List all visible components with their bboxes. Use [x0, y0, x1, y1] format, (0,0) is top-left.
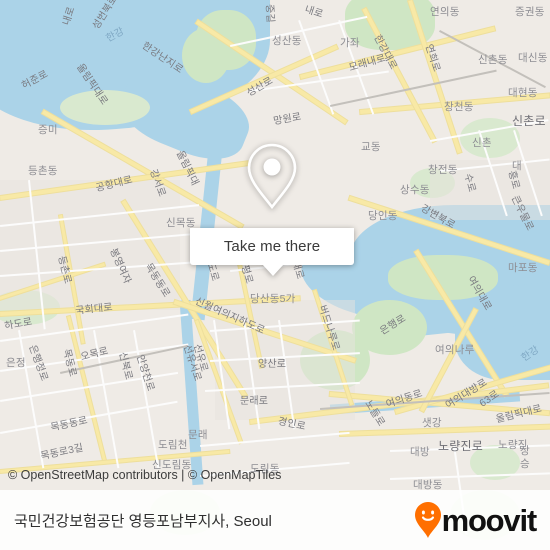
map-label: 증미	[38, 124, 58, 136]
map-label: 당산동5가	[250, 293, 296, 305]
map-label: 문래로	[240, 396, 269, 407]
map-label: 샛강	[422, 417, 442, 429]
map-label: 신촌로	[512, 114, 546, 128]
map-label: 성산동	[272, 35, 302, 47]
map-label: 당인동	[368, 210, 398, 222]
moovit-wordmark: moovit	[441, 502, 538, 538]
map-label: 노량진로	[438, 439, 483, 453]
map-label: 증권동	[515, 6, 545, 18]
map-label: 신촌동	[478, 54, 508, 66]
map-label: 창전동	[428, 164, 458, 176]
map-label: 여의나루	[435, 344, 475, 356]
moovit-smiley-pin-icon	[414, 502, 441, 538]
map-label: 창천동	[444, 101, 474, 113]
map-label: 신촌	[472, 137, 492, 149]
popup-icon-panel	[190, 124, 354, 228]
moovit-logo[interactable]: moovit	[414, 502, 538, 538]
map-label: 등촌동	[28, 165, 58, 177]
location-title: 국민건강보험공단 영등포남부지사, Seoul	[14, 512, 272, 530]
map-screenshot-page: 한강 내로 성번북로 한강난지로 허준로 올림픽대로 증미 중길 내로 성산동 모래내로 가좌 성산로 망…	[0, 0, 550, 550]
map-label: 마포동	[508, 262, 538, 274]
map-label: 대방	[410, 446, 430, 458]
map-label: 도림천	[158, 439, 188, 451]
map-label: 연의동	[430, 6, 460, 18]
take-me-there-popup[interactable]: Take me there	[190, 124, 354, 276]
map-label: 은정	[6, 357, 26, 369]
map-label: 문래	[188, 429, 208, 441]
take-me-there-button[interactable]: Take me there	[190, 228, 354, 265]
map-label: 승	[520, 458, 530, 470]
map-label: 중길	[263, 3, 276, 24]
map-label: 상수동	[400, 184, 430, 196]
map-label: 대신동	[518, 52, 548, 64]
popup-tail-pointer	[262, 264, 284, 276]
map-pin-icon	[244, 141, 300, 211]
take-me-there-label: Take me there	[223, 238, 321, 255]
footer-bar: 국민건강보험공단 영등포남부지사, Seoul moovit	[0, 490, 550, 550]
map-attribution[interactable]: © OpenStreetMap contributors | © OpenMap…	[8, 468, 281, 482]
map-label: 양산로	[258, 359, 287, 370]
map-label: 교동	[361, 141, 381, 153]
map-label: 대현동	[508, 87, 538, 99]
map-label: 가좌	[340, 37, 360, 49]
